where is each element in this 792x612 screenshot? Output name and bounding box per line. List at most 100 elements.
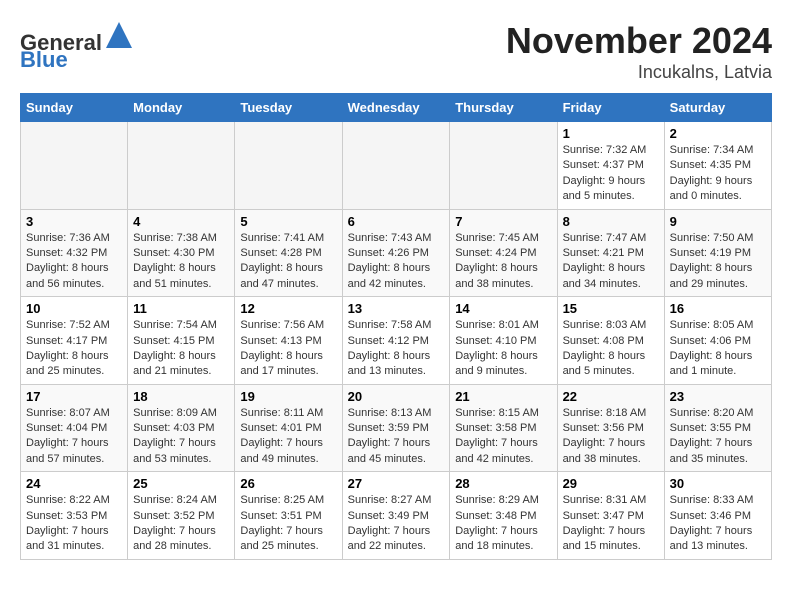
- day-number: 29: [563, 476, 659, 491]
- day-number: 17: [26, 389, 122, 404]
- month-title: November 2024: [506, 20, 772, 62]
- day-info: Sunrise: 8:33 AMSunset: 3:46 PMDaylight:…: [670, 493, 766, 555]
- calendar-table: SundayMondayTuesdayWednesdayThursdayFrid…: [20, 93, 772, 560]
- empty-cell: [450, 122, 557, 210]
- day-number: 16: [670, 301, 766, 316]
- day-number: 14: [455, 301, 551, 316]
- day-info: Sunrise: 7:58 AMSunset: 4:12 PMDaylight:…: [348, 318, 445, 380]
- day-number: 11: [133, 301, 229, 316]
- day-info: Sunrise: 8:24 AMSunset: 3:52 PMDaylight:…: [133, 493, 229, 555]
- weekday-sunday: Sunday: [21, 94, 128, 122]
- day-cell-22: 22 Sunrise: 8:18 AMSunset: 3:56 PMDayligh…: [557, 384, 664, 472]
- day-number: 20: [348, 389, 445, 404]
- day-cell-23: 23 Sunrise: 8:20 AMSunset: 3:55 PMDayligh…: [664, 384, 771, 472]
- day-info: Sunrise: 8:29 AMSunset: 3:48 PMDaylight:…: [455, 493, 551, 555]
- week-row-2: 3Sunrise: 7:36 AMSunset: 4:32 PMDaylight…: [21, 209, 772, 297]
- day-number: 21: [455, 389, 551, 404]
- day-info: Sunrise: 7:50 AMSunset: 4:19 PMDaylight:…: [670, 231, 766, 293]
- day-cell-13: 13 Sunrise: 7:58 AMSunset: 4:12 PMDayligh…: [342, 297, 450, 385]
- weekday-header-row: SundayMondayTuesdayWednesdayThursdayFrid…: [21, 94, 772, 122]
- day-cell-6: 6 Sunrise: 7:43 AMSunset: 4:26 PMDaylight…: [342, 209, 450, 297]
- logo-icon: [104, 20, 134, 50]
- location-title: Incukalns, Latvia: [506, 62, 772, 83]
- day-cell-17: 17 Sunrise: 8:07 AMSunset: 4:04 PMDayligh…: [21, 384, 128, 472]
- week-row-5: 24Sunrise: 8:22 AMSunset: 3:53 PMDayligh…: [21, 472, 772, 560]
- day-info: Sunrise: 8:03 AMSunset: 4:08 PMDaylight:…: [563, 318, 659, 380]
- day-info: Sunrise: 8:31 AMSunset: 3:47 PMDaylight:…: [563, 493, 659, 555]
- day-info: Sunrise: 8:18 AMSunset: 3:56 PMDaylight:…: [563, 406, 659, 468]
- day-cell-27: 27 Sunrise: 8:27 AMSunset: 3:49 PMDayligh…: [342, 472, 450, 560]
- day-number: 22: [563, 389, 659, 404]
- day-info: Sunrise: 8:25 AMSunset: 3:51 PMDaylight:…: [240, 493, 336, 555]
- weekday-tuesday: Tuesday: [235, 94, 342, 122]
- day-info: Sunrise: 7:56 AMSunset: 4:13 PMDaylight:…: [240, 318, 336, 380]
- day-number: 23: [670, 389, 766, 404]
- day-cell-12: 12Sunrise: 7:56 AMSunset: 4:13 PMDayligh…: [235, 297, 342, 385]
- day-cell-16: 16 Sunrise: 8:05 AMSunset: 4:06 PMDayligh…: [664, 297, 771, 385]
- day-number: 19: [240, 389, 336, 404]
- empty-cell: [21, 122, 128, 210]
- day-info: Sunrise: 7:52 AMSunset: 4:17 PMDaylight:…: [26, 318, 122, 380]
- day-info: Sunrise: 8:20 AMSunset: 3:55 PMDaylight:…: [670, 406, 766, 468]
- day-info: Sunrise: 8:15 AMSunset: 3:58 PMDaylight:…: [455, 406, 551, 468]
- day-info: Sunrise: 7:43 AMSunset: 4:26 PMDaylight:…: [348, 231, 445, 293]
- day-info: Sunrise: 7:32 AMSunset: 4:37 PMDaylight:…: [563, 143, 659, 205]
- day-number: 7: [455, 214, 551, 229]
- day-cell-10: 10 Sunrise: 7:52 AMSunset: 4:17 PMDayligh…: [21, 297, 128, 385]
- day-cell-18: 18 Sunrise: 8:09 AMSunset: 4:03 PMDayligh…: [128, 384, 235, 472]
- week-row-4: 17 Sunrise: 8:07 AMSunset: 4:04 PMDayligh…: [21, 384, 772, 472]
- day-cell-19: 19 Sunrise: 8:11 AMSunset: 4:01 PMDayligh…: [235, 384, 342, 472]
- day-cell-15: 15 Sunrise: 8:03 AMSunset: 4:08 PMDayligh…: [557, 297, 664, 385]
- day-number: 18: [133, 389, 229, 404]
- day-info: Sunrise: 8:01 AMSunset: 4:10 PMDaylight:…: [455, 318, 551, 380]
- day-cell-14: 14 Sunrise: 8:01 AMSunset: 4:10 PMDayligh…: [450, 297, 557, 385]
- day-cell-28: 28 Sunrise: 8:29 AMSunset: 3:48 PMDayligh…: [450, 472, 557, 560]
- day-info: Sunrise: 7:41 AMSunset: 4:28 PMDaylight:…: [240, 231, 336, 293]
- page-header: General Blue November 2024 Incukalns, La…: [20, 20, 772, 83]
- day-cell-2: 2 Sunrise: 7:34 AMSunset: 4:35 PMDaylight…: [664, 122, 771, 210]
- day-number: 2: [670, 126, 766, 141]
- day-cell-30: 30Sunrise: 8:33 AMSunset: 3:46 PMDayligh…: [664, 472, 771, 560]
- day-cell-3: 3Sunrise: 7:36 AMSunset: 4:32 PMDaylight…: [21, 209, 128, 297]
- day-cell-26: 26 Sunrise: 8:25 AMSunset: 3:51 PMDayligh…: [235, 472, 342, 560]
- day-info: Sunrise: 7:47 AMSunset: 4:21 PMDaylight:…: [563, 231, 659, 293]
- day-info: Sunrise: 8:07 AMSunset: 4:04 PMDaylight:…: [26, 406, 122, 468]
- day-number: 28: [455, 476, 551, 491]
- day-info: Sunrise: 7:38 AMSunset: 4:30 PMDaylight:…: [133, 231, 229, 293]
- day-number: 8: [563, 214, 659, 229]
- day-number: 26: [240, 476, 336, 491]
- day-info: Sunrise: 8:27 AMSunset: 3:49 PMDaylight:…: [348, 493, 445, 555]
- day-number: 6: [348, 214, 445, 229]
- day-number: 5: [240, 214, 336, 229]
- day-cell-29: 29 Sunrise: 8:31 AMSunset: 3:47 PMDayligh…: [557, 472, 664, 560]
- empty-cell: [128, 122, 235, 210]
- day-number: 13: [348, 301, 445, 316]
- calendar-body: 1 Sunrise: 7:32 AMSunset: 4:37 PMDaylight…: [21, 122, 772, 560]
- day-number: 1: [563, 126, 659, 141]
- day-info: Sunrise: 8:22 AMSunset: 3:53 PMDaylight:…: [26, 493, 122, 555]
- week-row-1: 1 Sunrise: 7:32 AMSunset: 4:37 PMDaylight…: [21, 122, 772, 210]
- logo: General Blue: [20, 20, 134, 73]
- empty-cell: [342, 122, 450, 210]
- day-info: Sunrise: 7:34 AMSunset: 4:35 PMDaylight:…: [670, 143, 766, 205]
- day-info: Sunrise: 8:11 AMSunset: 4:01 PMDaylight:…: [240, 406, 336, 468]
- day-cell-7: 7 Sunrise: 7:45 AMSunset: 4:24 PMDaylight…: [450, 209, 557, 297]
- day-number: 25: [133, 476, 229, 491]
- day-number: 10: [26, 301, 122, 316]
- day-cell-5: 5 Sunrise: 7:41 AMSunset: 4:28 PMDaylight…: [235, 209, 342, 297]
- day-number: 4: [133, 214, 229, 229]
- weekday-friday: Friday: [557, 94, 664, 122]
- day-number: 27: [348, 476, 445, 491]
- day-number: 9: [670, 214, 766, 229]
- day-number: 3: [26, 214, 122, 229]
- day-info: Sunrise: 8:09 AMSunset: 4:03 PMDaylight:…: [133, 406, 229, 468]
- day-info: Sunrise: 8:05 AMSunset: 4:06 PMDaylight:…: [670, 318, 766, 380]
- day-cell-21: 21 Sunrise: 8:15 AMSunset: 3:58 PMDayligh…: [450, 384, 557, 472]
- day-number: 15: [563, 301, 659, 316]
- weekday-monday: Monday: [128, 94, 235, 122]
- title-block: November 2024 Incukalns, Latvia: [506, 20, 772, 83]
- day-cell-25: 25 Sunrise: 8:24 AMSunset: 3:52 PMDayligh…: [128, 472, 235, 560]
- day-info: Sunrise: 8:13 AMSunset: 3:59 PMDaylight:…: [348, 406, 445, 468]
- day-info: Sunrise: 7:45 AMSunset: 4:24 PMDaylight:…: [455, 231, 551, 293]
- day-info: Sunrise: 7:54 AMSunset: 4:15 PMDaylight:…: [133, 318, 229, 380]
